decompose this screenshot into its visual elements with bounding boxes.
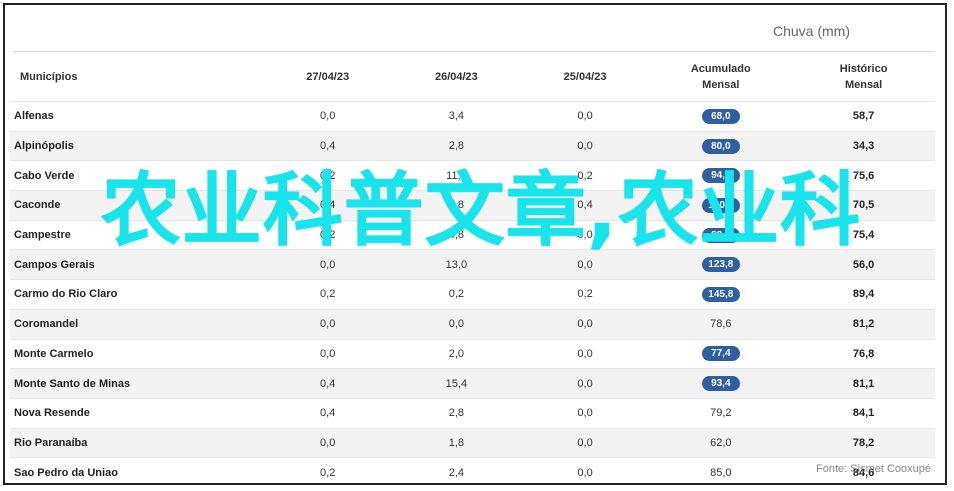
municipio-name: Alpinópolis bbox=[10, 130, 264, 161]
cell-date-1: 0,4 bbox=[263, 397, 393, 429]
header-date-2: 26/04/23 bbox=[434, 71, 478, 83]
cell-acumulado: 145,8 bbox=[649, 279, 793, 310]
table-row: Carmo do Rio Claro 0,2 0,2 0,2 145,8 89,4 bbox=[10, 279, 935, 310]
cell-date-1: 0,4 bbox=[263, 368, 393, 399]
cell-date-2: 1,8 bbox=[392, 427, 521, 458]
cell-date-1: 0,0 bbox=[263, 427, 393, 458]
acumulado-badge: 77,4 bbox=[701, 346, 740, 362]
cell-date-2: 0,0 bbox=[392, 308, 521, 339]
header-acumulado-line1: Acumulado bbox=[690, 63, 751, 75]
cell-date-3: 0,0 bbox=[520, 308, 650, 339]
cell-date-3: 0,0 bbox=[520, 368, 650, 399]
cell-historico: 34,3 bbox=[792, 130, 935, 161]
cell-historico: 58,7 bbox=[792, 101, 935, 132]
cell-date-3: 0,0 bbox=[520, 427, 650, 458]
acumulado-badge: 80,0 bbox=[701, 138, 740, 154]
rainfall-table: Municípios 27/04/23 26/04/23 25/04/23 Ac… bbox=[10, 53, 935, 483]
watermark-text: 农业科普文章,农业科 bbox=[100, 164, 862, 257]
municipio-name: Alfenas bbox=[10, 101, 264, 132]
table-header-row: Municípios 27/04/23 26/04/23 25/04/23 Ac… bbox=[10, 53, 935, 102]
table-row: Alfenas 0,0 3,4 0,0 68,0 58,7 bbox=[10, 101, 935, 132]
cell-acumulado: 78,6 bbox=[649, 308, 793, 339]
table-row: Coromandel 0,0 0,0 0,0 78,6 81,2 bbox=[10, 308, 935, 339]
header-municipios: Municípios bbox=[20, 71, 78, 83]
cell-historico: 81,2 bbox=[792, 308, 935, 339]
cell-date-1: 0,2 bbox=[263, 457, 393, 483]
table-row: Rio Paranaíba 0,0 1,8 0,0 62,0 78,2 bbox=[10, 427, 935, 458]
header-acumulado-line2: Mensal bbox=[702, 79, 740, 91]
cell-date-1: 0,4 bbox=[263, 130, 393, 161]
municipio-name: Rio Paranaíba bbox=[10, 427, 264, 458]
cell-date-3: 0,0 bbox=[520, 130, 650, 161]
cell-date-2: 15,4 bbox=[392, 368, 521, 399]
cell-date-1: 0,0 bbox=[263, 338, 393, 369]
header-divider bbox=[13, 51, 935, 52]
acumulado-badge: 123,8 bbox=[701, 257, 740, 273]
cell-date-1: 0,0 bbox=[263, 308, 393, 339]
municipio-name: Carmo do Rio Claro bbox=[10, 279, 264, 310]
cell-date-3: 0,0 bbox=[520, 397, 650, 429]
cell-acumulado: 85,0 bbox=[649, 457, 793, 483]
cell-historico: 81,1 bbox=[792, 368, 935, 399]
cell-acumulado: 77,4 bbox=[649, 338, 793, 369]
cell-date-2: 2,0 bbox=[392, 338, 521, 369]
table-row: Monte Santo de Minas 0,4 15,4 0,0 93,4 81,1 bbox=[10, 368, 935, 399]
cell-date-2: 0,2 bbox=[392, 279, 521, 310]
table-row: Nova Resende 0,4 2,8 0,0 79,2 84,1 bbox=[10, 397, 935, 429]
cell-date-2: 3,4 bbox=[392, 101, 521, 132]
acumulado-badge: 145,8 bbox=[701, 286, 740, 302]
cell-historico: 76,8 bbox=[792, 338, 935, 369]
header-acumulado: Acumulado Mensal bbox=[649, 53, 792, 102]
municipio-name: Sao Pedro da Uniao bbox=[10, 457, 264, 483]
header-date-1: 27/04/23 bbox=[306, 71, 350, 83]
cell-historico: 89,4 bbox=[792, 279, 935, 310]
table-row: Sao Pedro da Uniao 0,2 2,4 0,0 85,0 84,6 bbox=[10, 457, 935, 483]
cell-acumulado: 79,2 bbox=[649, 397, 793, 429]
municipio-name: Nova Resende bbox=[10, 397, 264, 429]
rainfall-table-image: Chuva (mm) Municípios 27/04/23 26/04/23 … bbox=[3, 3, 947, 485]
unit-title: Chuva (mm) bbox=[773, 23, 851, 39]
cell-date-3: 0,0 bbox=[520, 457, 650, 483]
cell-acumulado: 62,0 bbox=[649, 427, 793, 458]
header-historico: Histórico Mensal bbox=[792, 53, 935, 102]
cell-acumulado: 80,0 bbox=[649, 130, 793, 161]
cell-acumulado: 93,4 bbox=[649, 368, 793, 399]
cell-date-1: 0,2 bbox=[263, 279, 393, 310]
cell-date-1: 0,0 bbox=[263, 101, 393, 132]
header-historico-line1: Histórico bbox=[839, 63, 888, 75]
table-body: Alfenas 0,0 3,4 0,0 68,0 58,7 Alpinópolis 0,4 2,… bbox=[10, 101, 935, 483]
cell-date-2: 2,8 bbox=[392, 130, 521, 161]
cell-date-3: 0,0 bbox=[520, 338, 650, 369]
acumulado-badge: 68,0 bbox=[701, 108, 740, 124]
cell-date-3: 0,0 bbox=[520, 101, 650, 132]
table-row: Monte Carmelo 0,0 2,0 0,0 77,4 76,8 bbox=[10, 338, 935, 369]
cell-acumulado: 68,0 bbox=[649, 101, 793, 132]
header-historico-line2: Mensal bbox=[844, 79, 883, 91]
cell-historico: 84,1 bbox=[792, 397, 935, 429]
municipio-name: Coromandel bbox=[10, 308, 264, 339]
cell-historico: 78,2 bbox=[792, 427, 935, 458]
municipio-name: Monte Santo de Minas bbox=[10, 368, 264, 399]
cell-date-2: 2,8 bbox=[392, 397, 521, 429]
header-date-3: 25/04/23 bbox=[563, 71, 607, 83]
source-note: Fonte: Sismet Cooxupé bbox=[816, 463, 931, 475]
cell-date-3: 0,2 bbox=[520, 279, 650, 310]
municipio-name: Monte Carmelo bbox=[10, 338, 264, 369]
table-row: Alpinópolis 0,4 2,8 0,0 80,0 34,3 bbox=[10, 130, 935, 161]
cell-date-2: 2,4 bbox=[392, 457, 521, 483]
acumulado-badge: 93,4 bbox=[701, 376, 740, 392]
